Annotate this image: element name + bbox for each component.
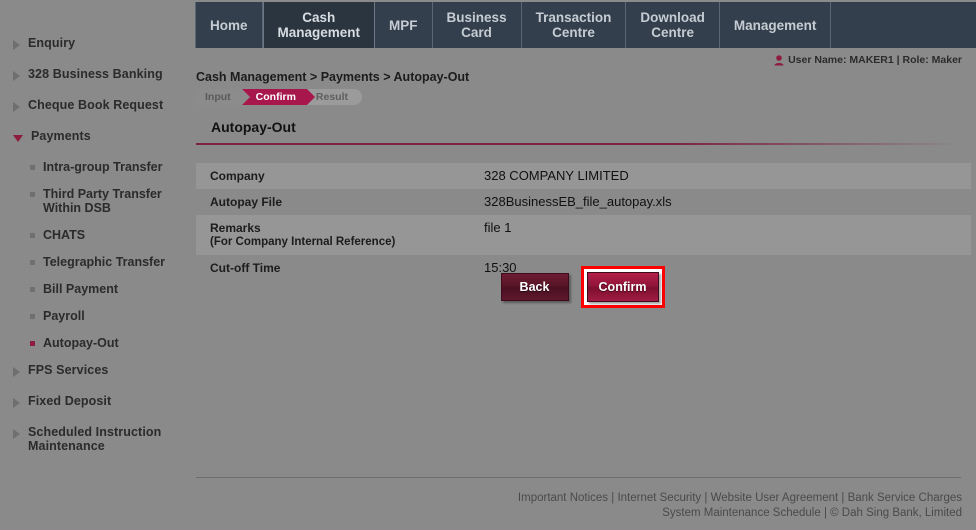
- table-row: Autopay File 328BusinessEB_file_autopay.x…: [196, 189, 971, 215]
- sidebar-item-chats[interactable]: CHATS: [0, 228, 195, 242]
- user-info-bar: User Name: MAKER1 | Role: Maker: [774, 54, 962, 66]
- sidebar-group-label: Payments: [31, 129, 91, 143]
- bullet-icon: [30, 287, 35, 292]
- chevron-right-icon: [13, 71, 20, 81]
- table-row: Remarks (For Company Internal Reference) f…: [196, 215, 971, 255]
- step-confirm[interactable]: Confirm: [241, 89, 315, 105]
- row-label: Autopay File: [196, 189, 470, 215]
- chevron-right-icon: [13, 102, 20, 112]
- footer: Important Notices | Internet Security | …: [518, 491, 962, 521]
- chevron-right-icon: [13, 429, 20, 439]
- sidebar-item-label: Telegraphic Transfer: [43, 255, 166, 269]
- nav-filler: [831, 2, 976, 48]
- footer-link-website-user-agreement[interactable]: Website User Agreement: [711, 492, 839, 504]
- breadcrumb[interactable]: Cash Management > Payments > Autopay-Out: [196, 70, 469, 84]
- step-arrow-icon: [241, 89, 250, 105]
- sidebar-item-label: Autopay-Out: [43, 336, 119, 350]
- sidebar-group-scheduled-instruction-maintenance[interactable]: Scheduled Instruction Maintenance: [0, 425, 195, 453]
- details-table: Company 328 COMPANY LIMITED Autopay File 32…: [196, 163, 971, 281]
- nav-tab-management[interactable]: Management: [720, 2, 832, 48]
- sidebar-group-cheque-book-request[interactable]: Cheque Book Request: [0, 98, 195, 112]
- action-buttons: Back Confirm: [195, 266, 970, 308]
- chevron-down-icon: [13, 135, 23, 142]
- nav-tab-mpf[interactable]: MPF: [375, 2, 433, 48]
- step-result[interactable]: Result: [306, 89, 362, 105]
- row-label-text: Autopay File: [210, 195, 283, 209]
- step-label: Confirm: [255, 91, 296, 103]
- back-button[interactable]: Back: [500, 273, 569, 301]
- sidebar-item-autopay-out[interactable]: Autopay-Out: [0, 336, 195, 350]
- sidebar-group-fixed-deposit[interactable]: Fixed Deposit: [0, 394, 195, 408]
- step-label: Result: [315, 91, 348, 103]
- row-label: Company: [196, 163, 470, 189]
- step-label: Input: [205, 91, 231, 103]
- footer-line-2: System Maintenance Schedule | © Dah Sing…: [518, 506, 962, 521]
- chevron-right-icon: [13, 398, 20, 408]
- bullet-icon: [30, 165, 35, 170]
- footer-separator: |: [701, 492, 711, 504]
- chevron-right-icon: [13, 367, 20, 377]
- row-value: 328 COMPANY LIMITED: [484, 168, 629, 183]
- sidebar-item-payroll[interactable]: Payroll: [0, 309, 195, 323]
- sidebar-group-328-business-banking[interactable]: 328 Business Banking: [0, 67, 195, 81]
- sidebar-item-label: CHATS: [43, 228, 86, 242]
- sidebar-group-label: Enquiry: [28, 36, 76, 50]
- sidebar-group-fps-services[interactable]: FPS Services: [0, 363, 195, 377]
- sidebar-item-label: Intra-group Transfer: [43, 160, 163, 174]
- chevron-right-icon: [13, 40, 20, 50]
- row-value: 328BusinessEB_file_autopay.xls: [484, 194, 672, 209]
- person-icon: [774, 54, 784, 66]
- confirm-highlight-box: Confirm: [580, 266, 665, 308]
- bullet-icon: [30, 260, 35, 265]
- nav-tab-cash-management[interactable]: Cash Management: [262, 2, 376, 48]
- sidebar-group-label: FPS Services: [28, 363, 109, 377]
- sidebar-item-label: Third Party Transfer Within DSB: [43, 187, 162, 215]
- sidebar-group-label: Fixed Deposit: [28, 394, 112, 408]
- sidebar-item-bill-payment[interactable]: Bill Payment: [0, 282, 195, 296]
- page-title: Autopay-Out: [211, 119, 296, 135]
- copyright-text: © Dah Sing Bank, Limited: [830, 507, 962, 519]
- table-row: Company 328 COMPANY LIMITED: [196, 163, 971, 189]
- sidebar: Enquiry 328 Business Banking Cheque Book R…: [0, 0, 195, 530]
- nav-tab-download-centre[interactable]: Download Centre: [626, 2, 720, 48]
- user-info-text: User Name: MAKER1 | Role: Maker: [788, 54, 962, 66]
- nav-tab-transaction-centre[interactable]: Transaction Centre: [522, 2, 627, 48]
- bullet-icon: [30, 233, 35, 238]
- nav-tab-home[interactable]: Home: [195, 2, 263, 48]
- top-navigation: Home Cash Management MPF Business Card Trans…: [195, 2, 976, 48]
- sidebar-group-label: 328 Business Banking: [28, 67, 163, 81]
- sidebar-group-label: Cheque Book Request: [28, 98, 164, 112]
- sidebar-item-telegraphic-transfer[interactable]: Telegraphic Transfer: [0, 255, 195, 269]
- step-indicator: Input Confirm Result: [196, 89, 362, 105]
- nav-tab-business-card[interactable]: Business Card: [433, 2, 522, 48]
- sidebar-item-third-party-transfer-within-dsb[interactable]: Third Party Transfer Within DSB: [0, 187, 195, 215]
- sidebar-group-label: Scheduled Instruction Maintenance: [28, 425, 162, 453]
- row-label-text: Remarks: [210, 221, 261, 235]
- footer-divider: [196, 477, 961, 478]
- row-sublabel-text: (For Company Internal Reference): [210, 236, 396, 248]
- sidebar-item-label: Payroll: [43, 309, 85, 323]
- sidebar-group-payments[interactable]: Payments: [0, 129, 195, 143]
- bullet-icon: [30, 314, 35, 319]
- footer-link-bank-service-charges[interactable]: Bank Service Charges: [848, 492, 962, 504]
- row-label: Remarks (For Company Internal Reference): [196, 215, 470, 255]
- sidebar-item-label: Bill Payment: [43, 282, 119, 296]
- confirm-button[interactable]: Confirm: [586, 272, 659, 302]
- sidebar-item-intra-group-transfer[interactable]: Intra-group Transfer: [0, 160, 195, 174]
- sidebar-group-enquiry[interactable]: Enquiry: [0, 36, 195, 50]
- footer-link-important-notices[interactable]: Important Notices: [518, 492, 608, 504]
- step-arrow-icon: [306, 89, 315, 105]
- title-divider: [196, 143, 961, 145]
- footer-line-1: Important Notices | Internet Security | …: [518, 491, 962, 506]
- main-content: User Name: MAKER1 | Role: Maker Cash Man…: [195, 48, 976, 530]
- bullet-icon: [30, 341, 35, 346]
- row-value: file 1: [484, 220, 512, 235]
- footer-link-internet-security[interactable]: Internet Security: [617, 492, 701, 504]
- footer-link-system-maintenance-schedule[interactable]: System Maintenance Schedule: [662, 507, 821, 519]
- step-input[interactable]: Input: [196, 89, 250, 105]
- row-label-text: Company: [210, 169, 265, 183]
- bullet-icon: [30, 192, 35, 197]
- footer-separator: |: [820, 507, 831, 519]
- footer-separator: |: [838, 492, 848, 504]
